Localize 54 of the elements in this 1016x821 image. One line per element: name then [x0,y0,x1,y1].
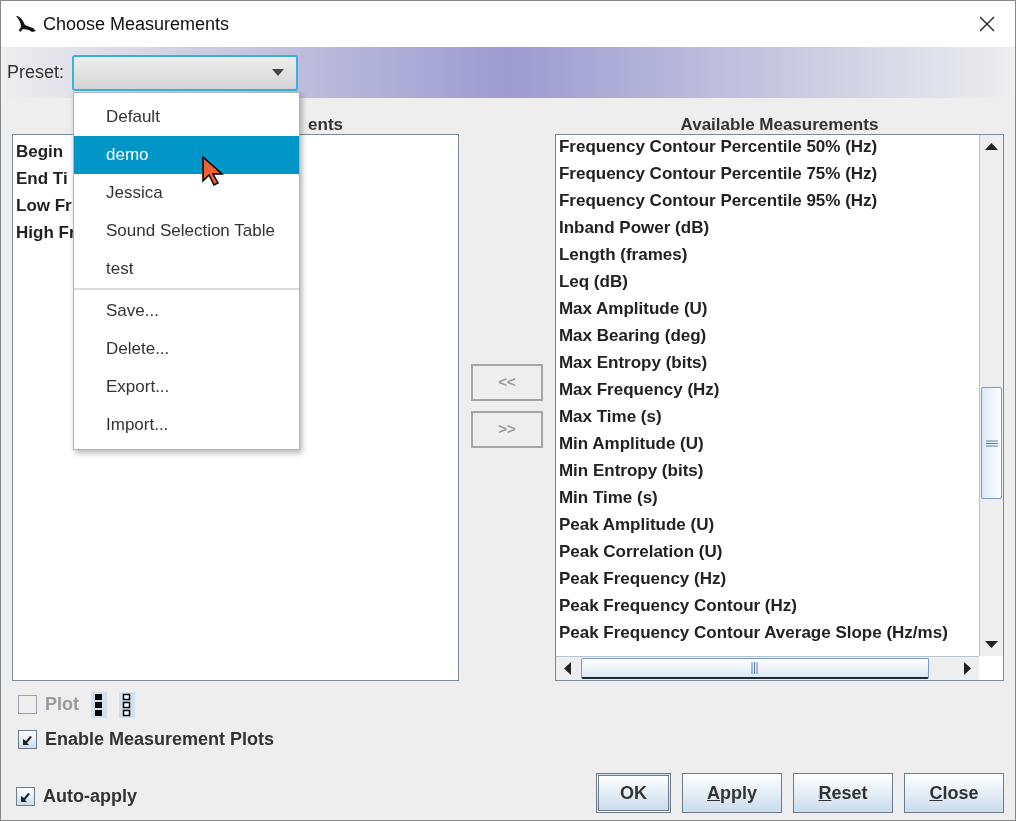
list-item[interactable]: Peak Frequency (Hz) [558,567,979,594]
grip-icon [751,662,759,674]
panel-heading: Available Measurements [680,114,879,134]
dialog-button[interactable]: Close [904,773,1004,813]
list-item[interactable]: Max Amplitude (U) [558,297,979,324]
scroll-thumb[interactable] [580,658,929,679]
checkbox-label: Auto-apply [43,785,137,808]
vertical-scrollbar[interactable] [979,135,1003,656]
menu-item[interactable]: Import... [74,406,299,444]
list-item[interactable]: Peak Frequency Contour Average Slope (Hz/ms) [558,621,979,648]
close-icon [979,16,995,32]
window-title: Choose Measurements [43,12,230,36]
preset-label: Preset: [7,61,65,84]
list-item[interactable]: Frequency Contour Percentile 75% (Hz) [558,162,979,189]
menu-item[interactable]: Sound Selection Table [74,212,299,250]
dropdown-caret-icon [272,69,285,76]
list-item[interactable]: Min Entropy (bits) [558,459,979,486]
menu-item[interactable]: Jessica [74,174,299,212]
menu-item[interactable]: Default [74,98,299,136]
checkbox[interactable] [16,787,35,806]
list-item[interactable]: Frequency Contour Percentile 50% (Hz) [558,135,979,162]
mouse-cursor-icon [202,156,224,186]
checkmark-icon [20,791,31,802]
panel-heading: ents [308,114,344,134]
menu-item[interactable]: test [74,250,299,288]
list-item[interactable]: Max Frequency (Hz) [558,378,979,405]
dialog-button[interactable]: Reset [793,773,893,813]
list-item[interactable]: Min Time (s) [558,486,979,513]
list-item[interactable]: Frequency Contour Percentile 95% (Hz) [558,189,979,216]
list-item[interactable]: Max Time (s) [558,405,979,432]
filled-squares-icon [91,691,107,718]
grip-icon [985,439,998,447]
hollow-squares-icon [119,691,135,718]
menu-item[interactable]: Save... [74,292,299,330]
dialog-button[interactable]: OK [596,773,671,813]
checkbox[interactable] [18,730,37,749]
list-item[interactable]: Leq (dB) [558,270,979,297]
menu-item[interactable]: Export... [74,368,299,406]
horizontal-scrollbar[interactable] [555,656,979,680]
list-item[interactable]: Peak Correlation (U) [558,540,979,567]
scroll-thumb[interactable] [981,387,1002,499]
list-item[interactable]: Max Entropy (bits) [558,351,979,378]
dialog-button[interactable]: Apply [682,773,782,813]
list-item[interactable]: Inband Power (dB) [558,216,979,243]
list-item[interactable]: Max Bearing (deg) [558,324,979,351]
checkbox-label: Enable Measurement Plots [45,728,275,751]
checkbox-label: Plot [45,693,79,716]
list-item[interactable]: Length (frames) [558,243,979,270]
checkmark-icon [22,734,33,745]
list-item[interactable]: Peak Frequency Contour (Hz) [558,594,979,621]
list-item[interactable]: Min Amplitude (U) [558,432,979,459]
list-item[interactable]: Peak Amplitude (U) [558,513,979,540]
bird-icon [15,14,37,34]
menu-item[interactable]: Delete... [74,330,299,368]
